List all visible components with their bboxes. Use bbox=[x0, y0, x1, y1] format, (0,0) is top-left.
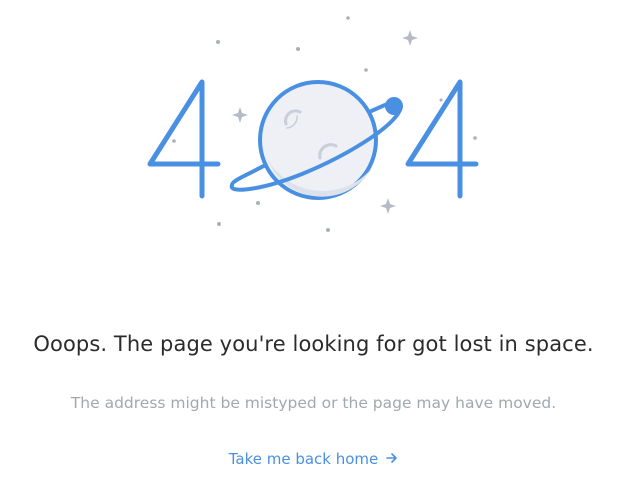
sparkle-star-icon bbox=[402, 30, 418, 46]
error-description: The address might be mistyped or the pag… bbox=[70, 394, 557, 412]
back-home-link[interactable]: Take me back home bbox=[0, 450, 627, 469]
sparkle-star-icon bbox=[232, 107, 248, 123]
space-illustration: 4 4 bbox=[147, 16, 479, 232]
not-found-page: 4 4 bbox=[0, 0, 627, 497]
arrow-right-icon bbox=[386, 450, 398, 468]
sparkle-star-icon bbox=[380, 198, 396, 214]
digit-four-left: 4 bbox=[147, 79, 221, 199]
back-home-link-label: Take me back home bbox=[228, 450, 379, 468]
planet-with-orbit-icon bbox=[229, 80, 403, 200]
error-headline: Ooops. The page you're looking for got l… bbox=[33, 332, 594, 356]
